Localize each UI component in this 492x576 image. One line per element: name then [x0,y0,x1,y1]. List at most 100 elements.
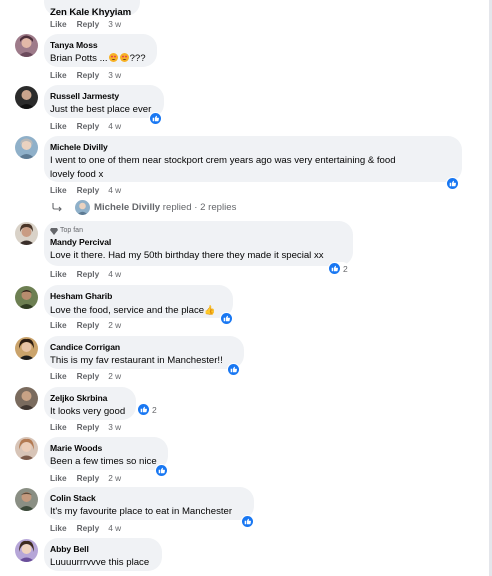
reply-button[interactable]: Reply [77,473,100,483]
view-replies-link[interactable]: Michele Divilly replied · 2 replies [52,200,236,215]
heart-eyes-emoji-icon [108,53,118,62]
comment-author[interactable]: Tanya Moss [50,39,149,52]
comment-actions: Like Reply 3 w [50,421,121,433]
comment-author[interactable]: Hesham Gharib [50,290,225,303]
avatar[interactable] [15,86,38,109]
comment-text-line2: lovely food x [50,169,104,180]
comment-bubble: Russell Jarmesty Just the best place eve… [44,85,164,118]
comment-text: It's my favourite place to eat in Manche… [50,506,233,517]
comment-text: Luuuurrrvvve this place [50,557,150,568]
avatar[interactable] [15,34,38,57]
like-reaction-icon [138,404,149,415]
comment-actions: Like Reply 2 w [50,370,121,382]
like-button[interactable]: Like [50,121,67,131]
avatar[interactable] [15,488,38,511]
like-button[interactable]: Like [50,473,67,483]
comment-bubble: Tanya Moss Brian Potts ...??? [44,34,157,67]
avatar[interactable] [15,539,38,562]
comment-author[interactable]: Colin Stack [50,492,246,505]
comment-actions: Like Reply 3 w [50,18,121,30]
comment-text: This is my fav restaurant in Manchester!… [50,355,223,366]
comment-bubble: Michele Divilly I went to one of them ne… [44,136,462,182]
comment-author[interactable]: Candice Corrigan [50,341,236,354]
like-button[interactable]: Like [50,70,67,80]
like-button[interactable]: Like [50,523,67,533]
avatar[interactable] [15,337,38,360]
reply-author: Michele Divilly [94,202,161,213]
comment-author[interactable]: Michele Divilly [50,141,454,154]
comment-actions: Like Reply 2 w [50,319,121,331]
comment-time[interactable]: 4 w [108,121,121,131]
reaction-number: 2 [152,404,157,415]
comment-text-suffix: ??? [129,53,146,64]
avatar[interactable] [15,222,38,245]
comment-time[interactable]: 4 w [108,523,121,533]
comment-time[interactable]: 3 w [108,19,121,29]
comment-bubble: Zeljko Skrbina It looks very good [44,387,136,420]
reaction-count[interactable]: 2 [328,262,349,275]
comment-text: Just the best place ever [50,104,152,115]
avatar[interactable] [15,286,38,309]
comment-text-line1: I went to one of them near stockport cre… [50,155,396,166]
comment-bubble: Candice Corrigan This is my fav restaura… [44,336,244,369]
like-button[interactable]: Like [50,185,67,195]
like-reaction-icon [156,465,167,476]
comment-text: Love it there. Had my 50th birthday ther… [50,250,324,261]
comment-text-main: Love the food, service and the place [50,305,205,316]
reaction-count[interactable] [446,177,459,190]
comment-author[interactable]: Mandy Percival [50,236,345,249]
reply-button[interactable]: Reply [77,371,100,381]
comment-actions: Like Reply 2 w [50,472,121,484]
reply-button[interactable]: Reply [77,19,100,29]
comment-time[interactable]: 3 w [108,422,121,432]
reply-button[interactable]: Reply [77,70,100,80]
like-button[interactable]: Like [50,19,67,29]
comment-author[interactable]: Marie Woods [50,442,160,455]
comment-bubble: Hesham Gharib Love the food, service and… [44,285,233,318]
comment-time[interactable]: 4 w [108,269,121,279]
like-button[interactable]: Like [50,371,67,381]
comment-actions: Like Reply 4 w [50,268,121,280]
reaction-number: 2 [343,263,348,274]
comment-author[interactable]: Zeljko Skrbina [50,392,128,405]
comment-actions: Like Reply 4 w [50,522,121,534]
comment-bubble: Top fan Mandy Percival Love it there. Ha… [44,221,353,266]
like-button[interactable]: Like [50,320,67,330]
reply-button[interactable]: Reply [77,523,100,533]
reaction-count[interactable] [241,515,254,528]
comment-thread: Zen Kale Khyyiam Like Reply 3 w Tanya Mo… [0,0,492,576]
reaction-count[interactable] [149,112,162,125]
comment-time[interactable]: 3 w [108,70,121,80]
comment-actions: Like Reply 4 w [50,184,121,196]
comment-bubble: Zen Kale Khyyiam [44,0,140,18]
comment-author[interactable]: Russell Jarmesty [50,90,156,103]
reply-arrow-icon [52,203,62,212]
like-reaction-icon [242,516,253,527]
like-button[interactable]: Like [50,269,67,279]
reply-button[interactable]: Reply [77,269,100,279]
comment-text: It looks very good [50,406,126,417]
comment-time[interactable]: 4 w [108,185,121,195]
like-reaction-icon [447,178,458,189]
reaction-count[interactable] [155,464,168,477]
reply-button[interactable]: Reply [77,320,100,330]
thumbs-up-emoji-icon: 👍 [204,305,216,315]
avatar[interactable] [15,387,38,410]
avatar[interactable] [15,437,38,460]
top-fan-badge: Top fan [50,226,345,236]
reply-button[interactable]: Reply [77,121,100,131]
comment-time[interactable]: 2 w [108,371,121,381]
reaction-count[interactable]: 2 [137,403,158,416]
comment-time[interactable]: 2 w [108,473,121,483]
comment-time[interactable]: 2 w [108,320,121,330]
comment-author[interactable]: Abby Bell [50,543,154,556]
avatar [75,200,90,215]
reply-button[interactable]: Reply [77,422,100,432]
reaction-count[interactable] [227,363,240,376]
reply-button[interactable]: Reply [77,185,100,195]
reaction-count[interactable] [220,312,233,325]
avatar[interactable] [15,136,38,159]
like-reaction-icon [150,113,161,124]
comment-text: Been a few times so nice [50,456,157,467]
like-button[interactable]: Like [50,422,67,432]
